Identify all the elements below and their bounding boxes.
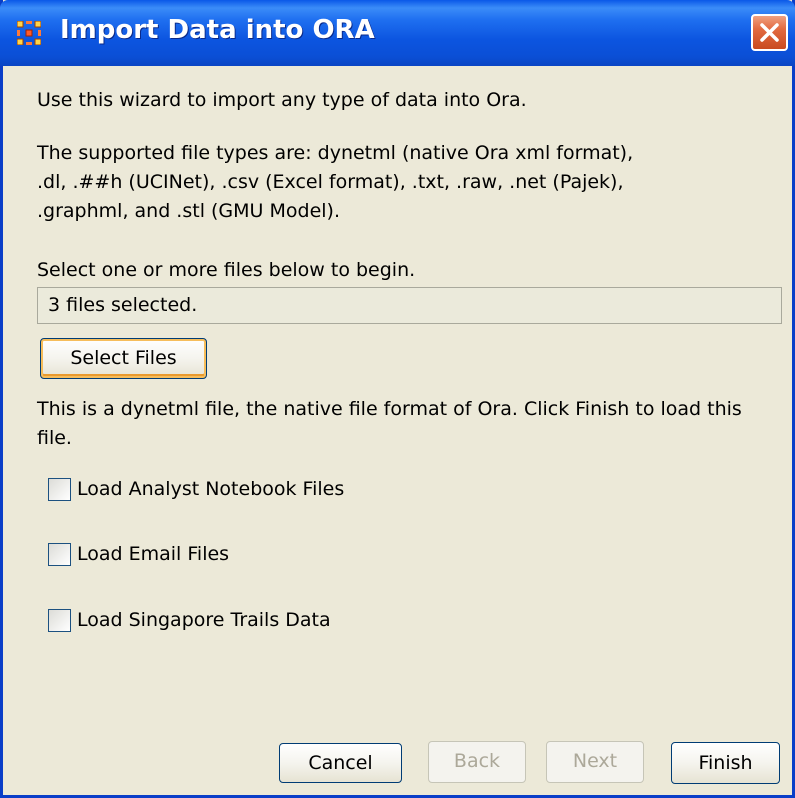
file-status-line: file. xyxy=(37,427,72,449)
option-email-files[interactable]: Load Email Files xyxy=(48,541,229,567)
option-analyst-notebook[interactable]: Load Analyst Notebook Files xyxy=(48,476,344,502)
window-title: Import Data into ORA xyxy=(60,15,375,45)
option-label: Load Singapore Trails Data xyxy=(77,609,331,631)
analyst-notebook-checkbox[interactable] xyxy=(48,477,71,501)
next-button[interactable]: Next xyxy=(546,741,644,783)
intro-text: Use this wizard to import any type of da… xyxy=(37,89,527,111)
finish-button[interactable]: Finish xyxy=(671,742,780,784)
supported-types-text: The supported file types are: dynetml (n… xyxy=(37,139,633,226)
back-button[interactable]: Back xyxy=(428,741,526,783)
option-label: Load Analyst Notebook Files xyxy=(77,478,345,500)
option-singapore-trails[interactable]: Load Singapore Trails Data xyxy=(48,607,331,633)
supported-types-line: The supported file types are: dynetml (n… xyxy=(37,142,634,164)
file-status-text: This is a dynetml file, the native file … xyxy=(37,395,742,453)
file-status-line: This is a dynetml file, the native file … xyxy=(37,398,742,420)
import-wizard-window: Import Data into ORA Use this wizard to … xyxy=(0,0,795,798)
select-prompt: Select one or more files below to begin. xyxy=(37,259,416,281)
supported-types-line: .graphml, and .stl (GMU Model). xyxy=(37,200,340,222)
ora-grid-icon xyxy=(16,20,42,46)
close-button[interactable] xyxy=(751,14,788,51)
cancel-button[interactable]: Cancel xyxy=(279,743,402,783)
selected-files-field: 3 files selected. xyxy=(37,287,782,324)
singapore-trails-checkbox[interactable] xyxy=(48,608,71,632)
email-files-checkbox[interactable] xyxy=(48,542,71,566)
supported-types-line: .dl, .##h (UCINet), .csv (Excel format),… xyxy=(37,171,624,193)
title-bar[interactable]: Import Data into ORA xyxy=(0,0,795,66)
option-label: Load Email Files xyxy=(77,543,230,565)
select-files-button[interactable]: Select Files xyxy=(40,338,207,379)
